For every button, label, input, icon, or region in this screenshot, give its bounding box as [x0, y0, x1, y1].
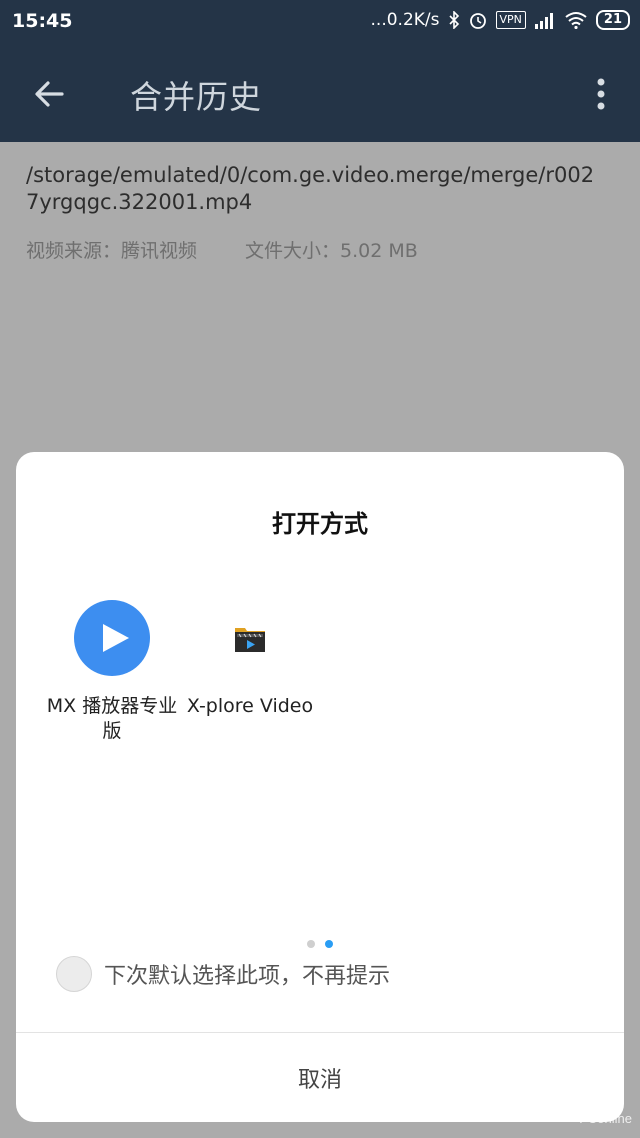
page-title: 合并历史	[130, 78, 263, 116]
status-time: 15:45	[12, 10, 73, 32]
more-vert-icon[interactable]	[588, 74, 614, 114]
vpn-badge: VPN	[495, 11, 526, 29]
dialog-title: 打开方式	[272, 510, 368, 538]
app-bar: 合并历史	[0, 44, 640, 142]
page-dot-active	[325, 940, 333, 948]
net-speed: ...0.2K/s	[370, 10, 440, 30]
wifi-icon	[564, 11, 588, 29]
remember-label: 下次默认选择此项，不再提示	[104, 964, 391, 989]
open-with-dialog: 打开方式 MX 播放器专业版 X-plore Video 下次默认选择此项，不再…	[16, 452, 624, 1122]
bluetooth-icon	[448, 11, 460, 29]
file-source: 视频来源：腾讯视频	[26, 240, 198, 262]
cancel-button[interactable]: 取消	[16, 1033, 624, 1122]
file-size: 文件大小：5.02 MB	[245, 240, 418, 262]
app-option-label: X-plore Video	[186, 695, 314, 717]
alarm-icon	[468, 10, 488, 30]
back-arrow-icon[interactable]	[30, 74, 70, 114]
xplore-video-icon	[212, 600, 288, 676]
app-option-mx-player[interactable]: MX 播放器专业版	[42, 600, 182, 744]
file-meta: 视频来源：腾讯视频 文件大小：5.02 MB	[26, 236, 418, 263]
signal-icon	[534, 11, 556, 29]
file-path: /storage/emulated/0/com.ge.video.merge/m…	[26, 163, 595, 214]
remember-checkbox[interactable]	[56, 956, 92, 992]
watermark: PConline	[579, 1111, 632, 1126]
battery-indicator: 21	[595, 10, 630, 30]
status-icons: ...0.2K/s VPN 21	[371, 10, 630, 30]
app-option-xplore-video[interactable]: X-plore Video	[180, 600, 320, 719]
mx-player-icon	[74, 600, 150, 676]
status-bar: 15:45 ...0.2K/s VPN 21	[0, 0, 640, 44]
page-indicator	[16, 940, 624, 948]
page-dot	[307, 940, 315, 948]
app-option-label: MX 播放器专业版	[46, 695, 178, 742]
remember-choice-row[interactable]: 下次默认选择此项，不再提示	[56, 956, 390, 992]
